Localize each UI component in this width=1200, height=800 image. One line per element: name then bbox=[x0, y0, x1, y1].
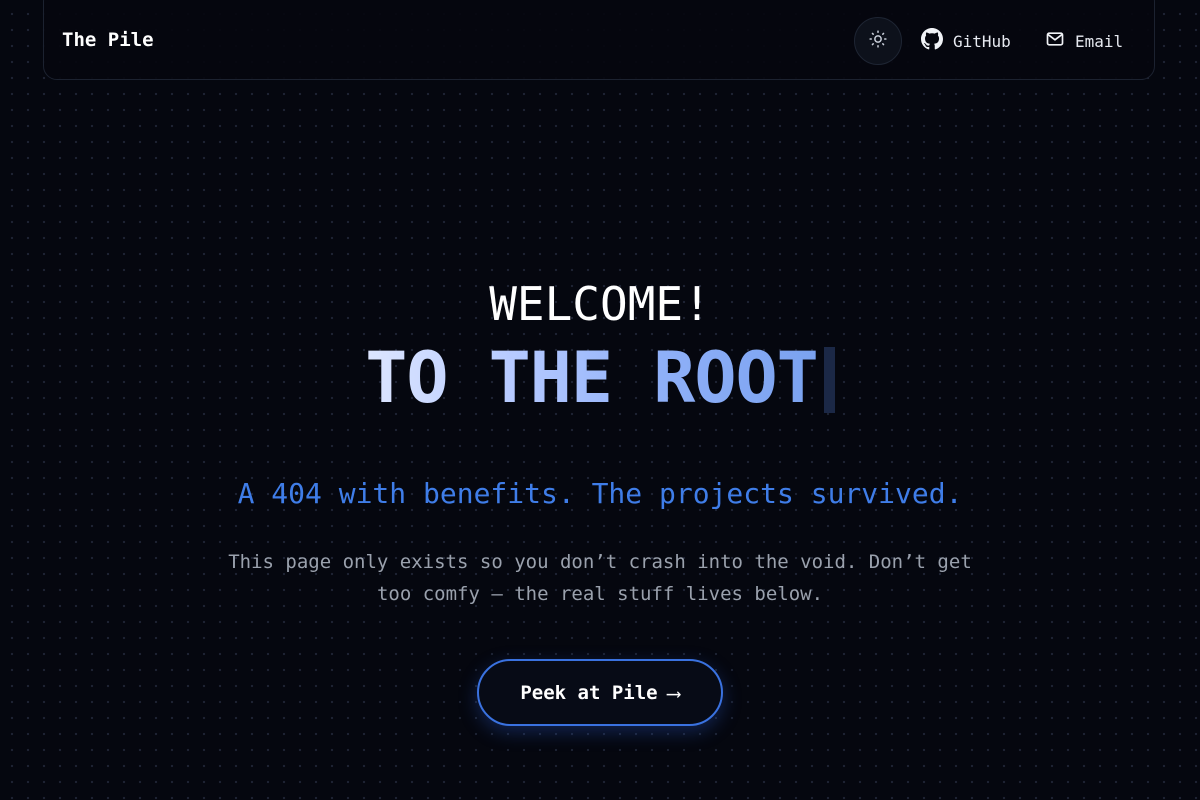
github-label: GitHub bbox=[953, 31, 1011, 51]
headline-row: TO THE ROOT bbox=[0, 336, 1200, 420]
email-link[interactable]: Email bbox=[1045, 29, 1123, 53]
arrow-right-icon: ⟶ bbox=[667, 680, 680, 705]
brand-link[interactable]: The Pile bbox=[62, 27, 154, 53]
headline-text: TO THE ROOT bbox=[365, 337, 819, 419]
top-navbar: The Pile GitHub Email bbox=[43, 0, 1155, 80]
description-text: This page only exists so you don’t crash… bbox=[228, 551, 972, 605]
welcome-heading: WELCOME! bbox=[489, 277, 711, 331]
sun-icon bbox=[869, 30, 887, 52]
peek-at-pile-button[interactable]: Peek at Pile ⟶ bbox=[477, 659, 723, 726]
typing-cursor bbox=[823, 347, 835, 413]
theme-toggle-button[interactable] bbox=[854, 17, 902, 65]
cta-label: Peek at Pile bbox=[520, 681, 658, 704]
github-link[interactable]: GitHub bbox=[921, 28, 1011, 54]
github-icon bbox=[921, 28, 953, 54]
tagline: A 404 with benefits. The projects surviv… bbox=[237, 477, 963, 510]
mail-icon bbox=[1045, 29, 1075, 53]
email-label: Email bbox=[1075, 31, 1124, 51]
